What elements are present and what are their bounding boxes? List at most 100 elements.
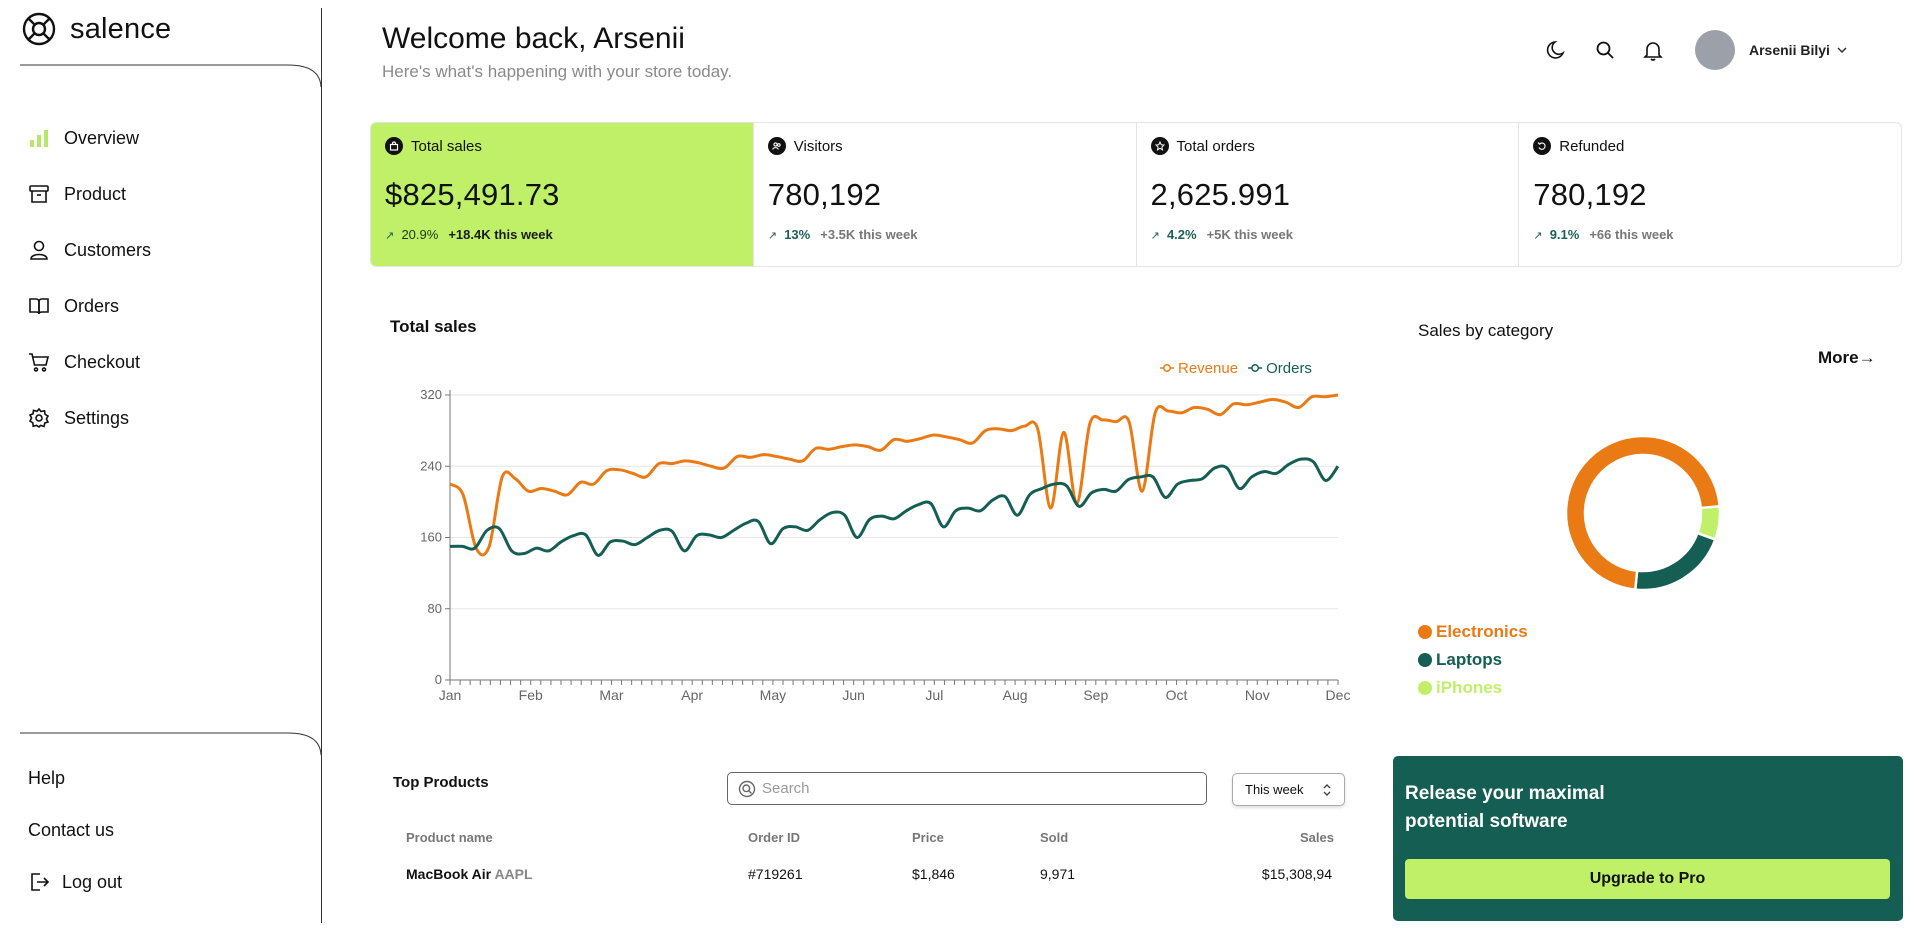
sidebar-item-product[interactable]: Product: [28, 166, 151, 222]
stat-value: 2,625.991: [1150, 177, 1291, 212]
sidebar-bottom-nav: Help Contact us Log out: [28, 752, 122, 908]
x-tick-label: Aug: [1003, 687, 1028, 703]
x-tick-label: Dec: [1326, 687, 1351, 703]
stat-week: +18.4K this week: [448, 227, 553, 242]
logout-button[interactable]: Log out: [28, 856, 122, 908]
stat-label: Total sales: [411, 137, 482, 155]
stat-pct: 4.2%: [1166, 227, 1197, 242]
sidebar-item-orders[interactable]: Orders: [28, 278, 151, 334]
header-actions: Arsenii Bilyi: [1545, 30, 1848, 70]
stat-value: $825,491.73: [385, 177, 560, 212]
page-title: Welcome back, Arsenii: [382, 22, 685, 55]
brand[interactable]: salence: [22, 12, 171, 46]
legend-item-electronics: Electronics: [1418, 618, 1528, 646]
stats-row: Total sales $825,491.73 ↗ 20.9% +18.4K t…: [370, 122, 1902, 267]
stat-pct: 9.1%: [1549, 227, 1580, 242]
sidebar-item-checkout[interactable]: Checkout: [28, 334, 151, 390]
bell-icon: [1643, 42, 1663, 61]
legend-label: iPhones: [1436, 678, 1503, 697]
divider-top: [20, 64, 322, 88]
trend-up-icon: ↗: [1533, 230, 1543, 242]
promo-text: Release your maximal potential software: [1405, 783, 1605, 832]
help-link[interactable]: Help: [28, 752, 122, 804]
sales-line-chart: 0 80 160 240 320 Jan Feb Mar Apr May Jun Jul Aug Sep O…: [420, 360, 1351, 703]
legend-marker-dot: [1251, 364, 1260, 372]
stat-card-total-sales[interactable]: Total sales $825,491.73 ↗ 20.9% +18.4K t…: [371, 123, 754, 266]
sidebar-item-label: Overview: [64, 127, 140, 148]
col-sold[interactable]: Sold: [1040, 830, 1068, 845]
series-line-orders: [449, 457, 1340, 557]
sidebar-item-label: Settings: [64, 407, 130, 428]
sidebar-nav: Overview Product Customers Orders Checko…: [28, 110, 151, 446]
sidebar-item-customers[interactable]: Customers: [28, 222, 151, 278]
category-legend: Electronics Laptops iPhones: [1418, 618, 1528, 702]
stat-label: Refunded: [1559, 137, 1625, 155]
users-icon: [767, 137, 786, 155]
product-name: MacBook Air: [406, 866, 492, 882]
x-tick-label: Jan: [439, 687, 462, 703]
x-tick-label: Jul: [925, 687, 943, 703]
search-input[interactable]: [762, 780, 1182, 797]
x-tick-label: Oct: [1166, 687, 1188, 703]
category-donut-chart: [1564, 434, 1722, 592]
upgrade-button[interactable]: Upgrade to Pro: [1405, 859, 1890, 899]
stat-card-refunded[interactable]: Refunded 780,192 ↗ 9.1% +66 this week: [1519, 123, 1901, 266]
product-name-cell: MacBook Air AAPL: [406, 866, 533, 882]
x-tick-label: Jun: [842, 687, 865, 703]
user-name[interactable]: Arsenii Bilyi: [1749, 42, 1830, 58]
contact-label: Contact us: [28, 819, 115, 840]
gear-icon: [28, 407, 50, 429]
sidebar-item-label: Orders: [64, 295, 120, 316]
stat-card-visitors[interactable]: Visitors 780,192 ↗ 13% +3.5K this week: [754, 123, 1137, 266]
search-icon: [738, 780, 756, 797]
x-tick-label: Apr: [681, 687, 703, 703]
sidebar-item-label: Product: [64, 183, 127, 204]
stat-week: +5K this week: [1206, 227, 1293, 242]
top-products-title: Top Products: [393, 774, 489, 791]
divider-bottom: [20, 732, 322, 756]
notifications-button[interactable]: [1641, 38, 1665, 62]
contact-link[interactable]: Contact us: [28, 804, 122, 856]
legend-item-iphones: iPhones: [1418, 674, 1528, 702]
sidebar-item-overview[interactable]: Overview: [28, 110, 151, 166]
product-search[interactable]: [727, 772, 1207, 805]
sold-cell: 9,971: [1040, 866, 1076, 882]
theme-toggle[interactable]: [1545, 38, 1569, 62]
logout-icon: [31, 873, 50, 891]
legend-label: Electronics: [1436, 622, 1528, 641]
upgrade-promo-card: Release your maximal potential software …: [1393, 756, 1903, 921]
y-tick-label: 0: [435, 672, 442, 687]
sidebar-item-settings[interactable]: Settings: [28, 390, 151, 446]
y-tick-label: 320: [420, 387, 442, 402]
book-open-icon: [29, 298, 49, 315]
archive-icon: [29, 185, 49, 203]
x-tick-label: Nov: [1245, 687, 1270, 703]
order-id-cell: #719261: [748, 866, 803, 882]
col-product-name[interactable]: Product name: [406, 830, 493, 845]
help-label: Help: [28, 767, 66, 788]
legend-marker-dot: [1163, 364, 1171, 372]
page-subtitle: Here's what's happening with your store …: [382, 62, 733, 81]
legend-dot: [1418, 625, 1432, 639]
legend-label: Laptops: [1436, 650, 1503, 669]
stat-value: 780,192: [767, 177, 882, 212]
y-tick-label: 160: [420, 530, 442, 545]
y-tick-label: 80: [428, 601, 442, 616]
chevron-down-icon[interactable]: [1836, 44, 1848, 56]
stat-week: +3.5K this week: [820, 227, 918, 242]
donut-slice-laptops[interactable]: [1633, 531, 1717, 592]
col-price[interactable]: Price: [912, 830, 944, 845]
col-sales[interactable]: Sales: [1300, 830, 1334, 845]
stat-card-total-orders[interactable]: Total orders 2,625.991 ↗ 4.2% +5K this w…: [1137, 123, 1520, 266]
chart-title: Total sales: [390, 317, 477, 336]
sidebar-item-label: Customers: [64, 239, 152, 260]
star-icon: [1150, 137, 1169, 155]
avatar[interactable]: [1695, 30, 1735, 70]
legend-dot: [1418, 653, 1432, 667]
search-button[interactable]: [1593, 38, 1617, 62]
period-select[interactable]: This week: [1232, 773, 1345, 806]
col-order-id[interactable]: Order ID: [748, 830, 800, 845]
more-link[interactable]: More→: [1818, 348, 1876, 368]
stat-label: Visitors: [793, 137, 843, 155]
user-icon: [30, 240, 48, 260]
